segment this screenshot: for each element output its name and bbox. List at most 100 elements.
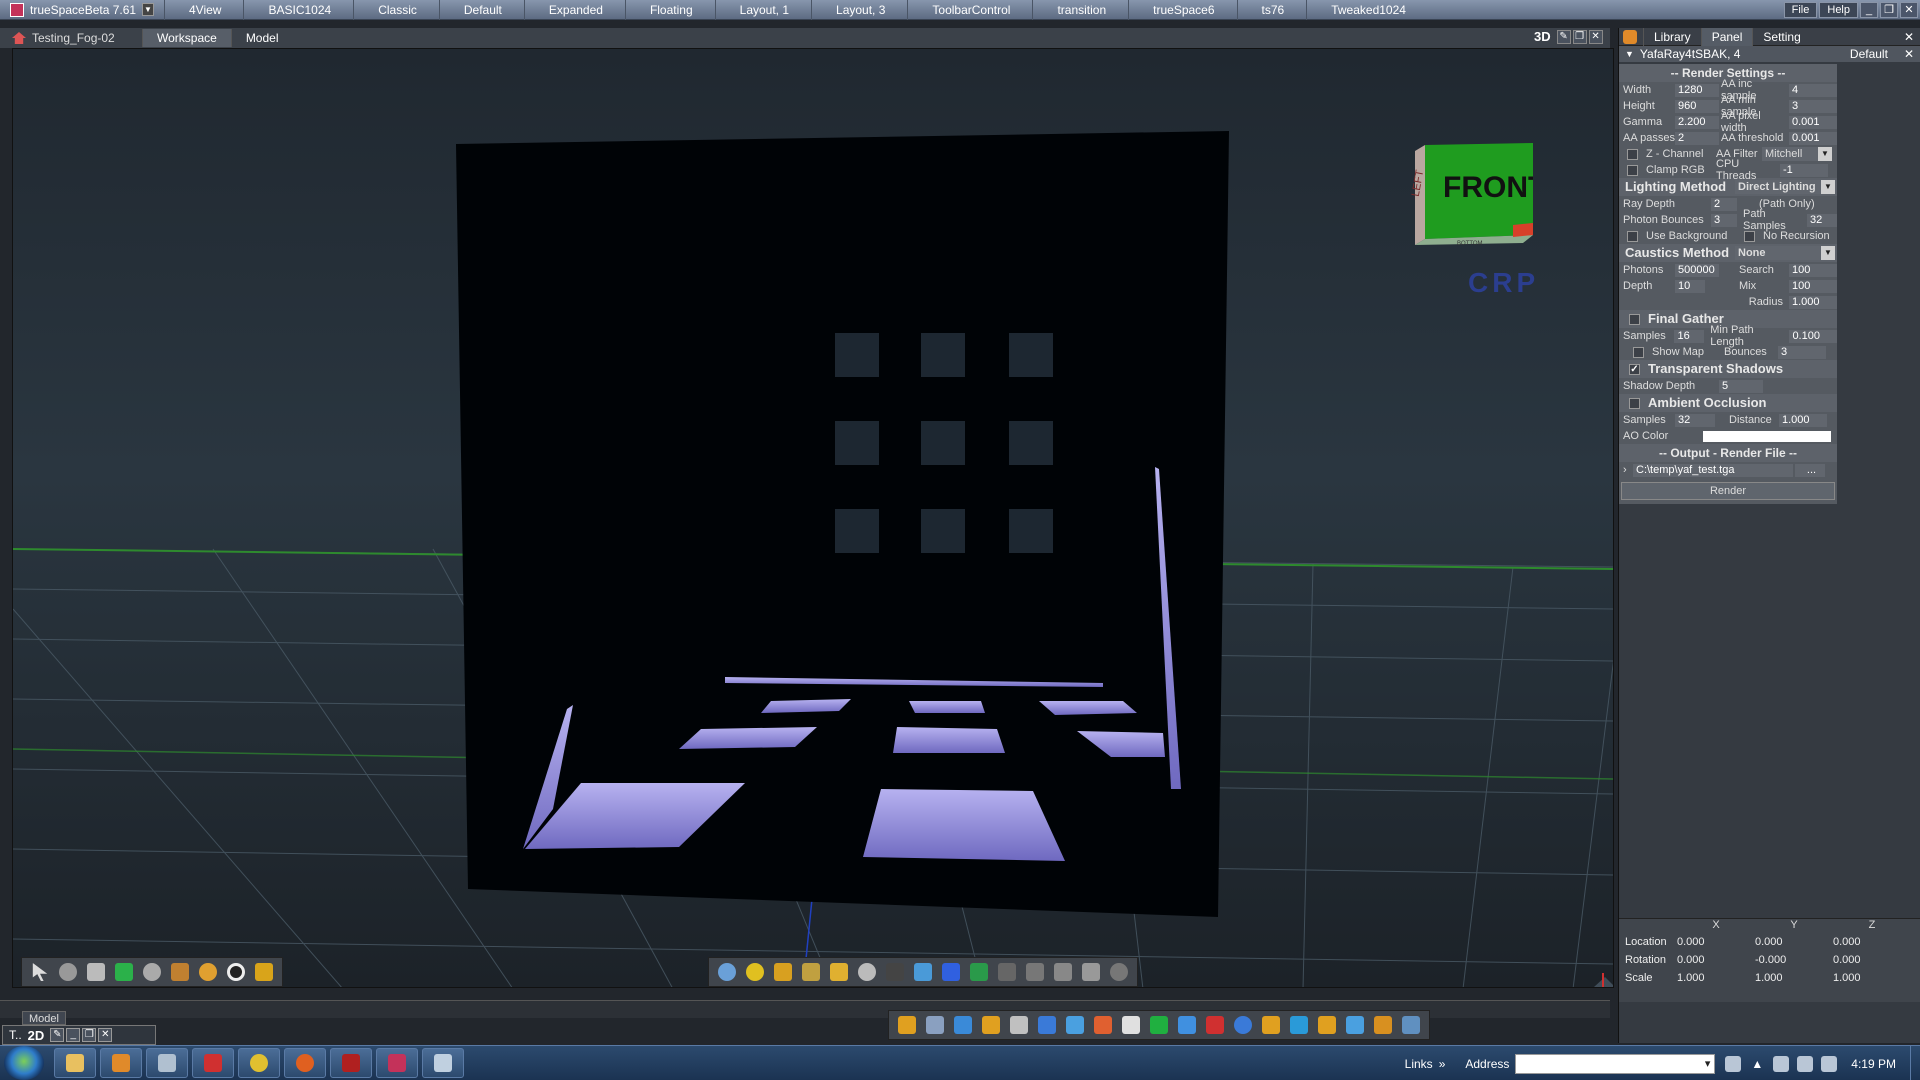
ao-samples-field[interactable]: 32 — [1675, 413, 1715, 427]
panel-preset[interactable]: Default — [1850, 47, 1888, 61]
light-icon[interactable] — [799, 960, 823, 984]
lighting-method-select[interactable]: Direct Lighting — [1735, 180, 1835, 194]
axis-icon[interactable] — [1119, 1013, 1143, 1037]
spotlight-icon[interactable] — [1051, 960, 1075, 984]
y-axis-icon[interactable] — [1175, 1013, 1199, 1037]
layout-tab[interactable]: ToolbarControl — [907, 0, 1032, 20]
bounces-field[interactable]: 3 — [1778, 345, 1826, 359]
close-icon[interactable]: ✕ — [1900, 2, 1918, 18]
search-field[interactable]: 100 — [1789, 263, 1837, 277]
box-orange-icon[interactable] — [1315, 1013, 1339, 1037]
house-icon[interactable] — [1091, 1013, 1115, 1037]
cube-icon[interactable] — [84, 960, 108, 984]
network-icon[interactable] — [1773, 1055, 1790, 1072]
clamp-rgb-checkbox[interactable] — [1627, 164, 1638, 176]
layout-tab[interactable]: transition — [1032, 0, 1128, 20]
restore-icon[interactable]: ❐ — [1880, 2, 1898, 18]
book-icon[interactable] — [1007, 1013, 1031, 1037]
collapse-icon[interactable]: ▼ — [1625, 49, 1634, 59]
layout-tab[interactable]: Floating — [624, 0, 715, 20]
aa-inc-field[interactable]: 4 — [1789, 83, 1837, 97]
tab-workspace[interactable]: Workspace — [142, 29, 231, 47]
aa-min-field[interactable]: 3 — [1789, 99, 1837, 113]
ao-color-swatch[interactable] — [1703, 430, 1831, 442]
minimize-icon[interactable]: _ — [1860, 2, 1878, 18]
aa-filter-select[interactable]: Mitchell — [1762, 147, 1832, 161]
3d-viewport[interactable]: LEFT FRONT BOTTOM CRP — [12, 48, 1614, 988]
location-y[interactable]: 0.000 — [1755, 936, 1833, 948]
scale-z[interactable]: 1.000 — [1833, 972, 1911, 984]
maximize-icon[interactable]: ❐ — [1572, 29, 1587, 44]
tab-library[interactable]: Library — [1643, 27, 1701, 46]
redo-icon[interactable] — [1259, 1013, 1283, 1037]
shadow-depth-field[interactable]: 5 — [1719, 379, 1763, 393]
zchannel-checkbox[interactable] — [1627, 148, 1638, 160]
tab-setting[interactable]: Setting — [1752, 27, 1810, 46]
globe-icon[interactable] — [715, 960, 739, 984]
mix-field[interactable]: 100 — [1789, 279, 1837, 293]
rotate-object-icon[interactable] — [56, 960, 80, 984]
use-background-checkbox[interactable] — [1627, 230, 1638, 242]
calculator-icon[interactable] — [146, 1048, 188, 1078]
tab-model[interactable]: Model — [230, 29, 293, 47]
layout-tab[interactable]: Layout, 1 — [714, 0, 811, 20]
location-x[interactable]: 0.000 — [1677, 936, 1755, 948]
snap-icon[interactable] — [1287, 1013, 1311, 1037]
layout-tab[interactable]: BASIC1024 — [243, 0, 353, 20]
render-preview-icon[interactable] — [1399, 1013, 1423, 1037]
sphere-icon[interactable] — [140, 960, 164, 984]
pen-icon[interactable]: ✎ — [1556, 29, 1571, 44]
minimized-2d-window[interactable]: T.. 2D ✎ _ ❐ ✕ — [2, 1025, 156, 1045]
links-label[interactable]: Links — [1405, 1057, 1433, 1071]
close-icon[interactable]: ✕ — [1904, 47, 1914, 61]
address-input[interactable] — [1515, 1053, 1716, 1074]
nav-cube[interactable]: LEFT FRONT BOTTOM — [1403, 135, 1533, 251]
aa-threshold-field[interactable]: 0.001 — [1789, 131, 1837, 145]
undo-icon[interactable] — [1231, 1013, 1255, 1037]
fg-samples-field[interactable]: 16 — [1674, 329, 1705, 343]
pen-icon[interactable]: ✎ — [50, 1028, 65, 1042]
brush-icon[interactable] — [827, 960, 851, 984]
download-icon[interactable] — [192, 1048, 234, 1078]
ring-icon[interactable] — [224, 960, 248, 984]
mesh-icon[interactable] — [1107, 960, 1131, 984]
aa-pixel-field[interactable]: 0.001 — [1789, 115, 1837, 129]
grid-orange-icon[interactable] — [1371, 1013, 1395, 1037]
browse-button[interactable]: ... — [1795, 463, 1825, 477]
folder-icon[interactable] — [979, 1013, 1003, 1037]
view-mode-label[interactable]: 3D — [1534, 29, 1551, 44]
show-desktop-button[interactable] — [1910, 1046, 1920, 1080]
layout-tab[interactable]: trueSpace6 — [1128, 0, 1236, 20]
link-icon[interactable] — [951, 1013, 975, 1037]
show-map-checkbox[interactable] — [1633, 346, 1644, 358]
render-button[interactable]: Render — [1621, 482, 1835, 500]
output-path-field[interactable]: C:\temp\yaf_test.tga — [1633, 463, 1793, 477]
distance-field[interactable]: 1.000 — [1779, 413, 1827, 427]
tab-panel[interactable]: Panel — [1700, 27, 1753, 46]
caustics-method-select[interactable]: None — [1735, 246, 1835, 260]
width-field[interactable]: 1280 — [1675, 83, 1719, 97]
tools-icon[interactable] — [252, 960, 276, 984]
layout-tab[interactable]: 4View — [164, 0, 243, 20]
axis-gizmo[interactable] — [1561, 971, 1614, 988]
window-icon[interactable] — [422, 1048, 464, 1078]
paint-icon[interactable] — [112, 960, 136, 984]
min-path-field[interactable]: 0.100 — [1789, 329, 1837, 343]
clock[interactable]: 4:19 PM — [1851, 1057, 1896, 1071]
ambient-occlusion-checkbox[interactable] — [1629, 397, 1640, 409]
media-player-icon[interactable] — [100, 1048, 142, 1078]
radius-field[interactable]: 1.000 — [1789, 295, 1837, 309]
ray-depth-field[interactable]: 2 — [1711, 197, 1737, 211]
rotation-y[interactable]: -0.000 — [1755, 954, 1833, 966]
truespace-icon[interactable] — [376, 1048, 418, 1078]
capsule-icon[interactable] — [855, 960, 879, 984]
transparent-shadows-checkbox[interactable]: ✓ — [1629, 363, 1640, 375]
restore-icon[interactable]: ❐ — [82, 1028, 97, 1042]
layout-dropdown-icon[interactable]: ▼ — [142, 3, 154, 16]
cpu-threads-field[interactable]: -1 — [1780, 163, 1828, 177]
height-field[interactable]: 960 — [1675, 99, 1719, 113]
knife-icon[interactable] — [923, 1013, 947, 1037]
hand-icon[interactable] — [911, 960, 935, 984]
explorer-icon[interactable] — [54, 1048, 96, 1078]
wrench-icon[interactable] — [1079, 960, 1103, 984]
